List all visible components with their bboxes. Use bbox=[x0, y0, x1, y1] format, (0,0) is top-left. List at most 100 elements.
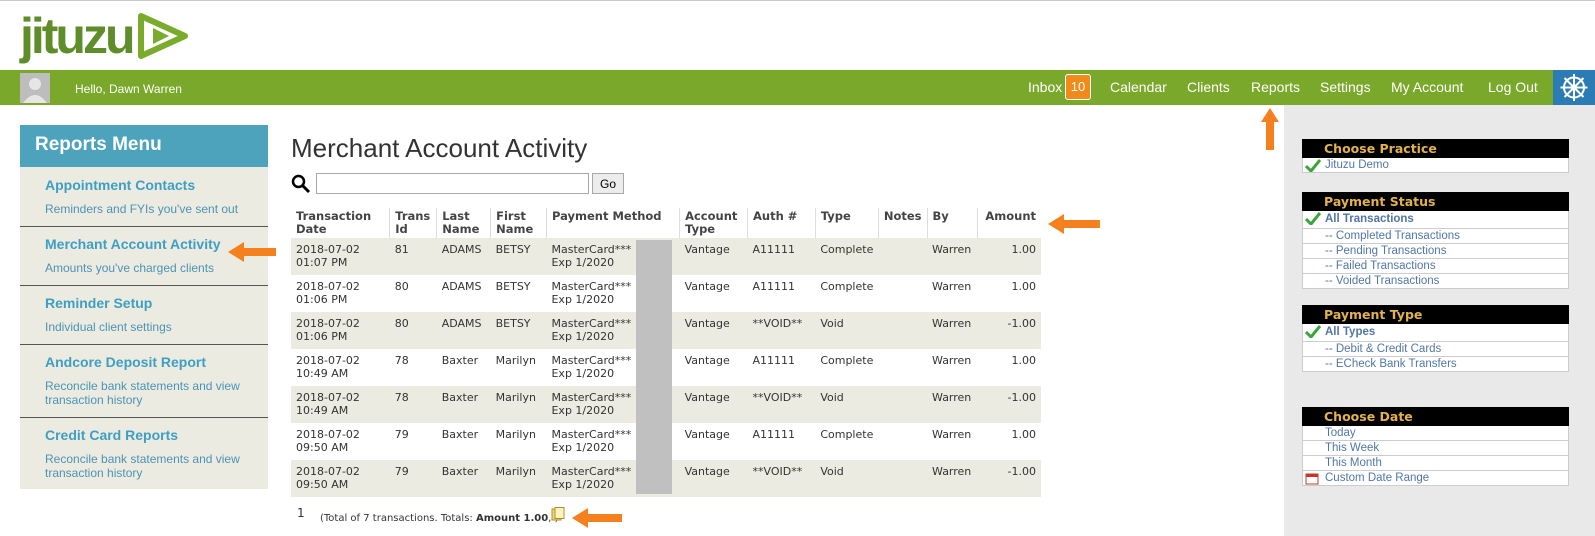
go-button[interactable]: Go bbox=[592, 173, 624, 194]
col-first-name[interactable]: First Name bbox=[490, 208, 547, 238]
status-completed[interactable]: -- Completed Transactions bbox=[1302, 229, 1569, 244]
cell-payment-method-text: MasterCard*** bbox=[551, 391, 632, 404]
cell-transaction-date: 2018-07-02 10:49 AM bbox=[291, 349, 390, 386]
col-last-name[interactable]: Last Name bbox=[436, 208, 491, 238]
menu-item-andcore-deposit-report[interactable]: Andcore Deposit Report Reconcile bank st… bbox=[20, 344, 268, 417]
col-transaction-date[interactable]: Transaction Date bbox=[291, 208, 390, 238]
col-amount[interactable]: Amount bbox=[976, 208, 1041, 238]
avatar[interactable] bbox=[20, 73, 50, 103]
nav-calendar[interactable]: Calendar bbox=[1110, 79, 1167, 95]
cell-amount: -1.00 bbox=[977, 386, 1041, 423]
col-account-type[interactable]: Account Type bbox=[679, 208, 748, 238]
cell-type-text: Void bbox=[820, 317, 844, 330]
cell-transaction-date-text: 2018-07-02 bbox=[296, 354, 360, 367]
type-echeck[interactable]: -- ECheck Bank Transfers bbox=[1302, 357, 1569, 372]
status-all-transactions[interactable]: All Transactions bbox=[1302, 211, 1569, 229]
status-label[interactable]: -- Failed Transactions bbox=[1325, 260, 1436, 272]
cell-trans-id: 79 bbox=[390, 423, 437, 460]
cell-payment-method-line2: Exp 1/2020 bbox=[551, 330, 615, 343]
inbox-count-badge[interactable]: 10 bbox=[1065, 74, 1091, 100]
checkmark-icon bbox=[1305, 212, 1321, 225]
export-file-icon[interactable] bbox=[551, 507, 565, 521]
cell-trans-id: 80 bbox=[389, 312, 437, 349]
top-navbar: Hello, Dawn Warren Inbox 10 Calendar Cli… bbox=[0, 70, 1595, 105]
nav-log-out[interactable]: Log Out bbox=[1488, 79, 1538, 95]
date-this-week[interactable]: This Week bbox=[1302, 441, 1569, 456]
status-label[interactable]: All Transactions bbox=[1325, 213, 1414, 225]
help-button[interactable] bbox=[1553, 70, 1595, 105]
col-by[interactable]: By bbox=[926, 208, 977, 238]
col-type[interactable]: Type bbox=[814, 208, 879, 238]
cell-last-name-text: Baxter bbox=[441, 391, 479, 404]
cell-type: Void bbox=[815, 312, 879, 349]
date-custom-range[interactable]: Custom Date Range bbox=[1302, 471, 1569, 486]
type-all[interactable]: All Types bbox=[1302, 324, 1569, 342]
pagination-page-1[interactable]: 1 bbox=[297, 506, 305, 520]
cell-auth: A11111 bbox=[748, 349, 816, 386]
type-label[interactable]: All Types bbox=[1325, 326, 1375, 338]
cell-by-text: Warren bbox=[932, 391, 972, 404]
date-label[interactable]: This Month bbox=[1325, 457, 1382, 469]
date-label[interactable]: This Week bbox=[1325, 442, 1379, 454]
cell-type-text: Void bbox=[820, 465, 844, 478]
cell-by-text: Warren bbox=[932, 243, 972, 256]
totals-prefix: (Total of 7 transactions. Totals: bbox=[320, 513, 476, 524]
practice-label[interactable]: Jituzu Demo bbox=[1325, 159, 1389, 171]
nav-inbox[interactable]: Inbox bbox=[1028, 79, 1062, 95]
menu-item-title[interactable]: Reminder Setup bbox=[45, 295, 152, 311]
cell-first-name: Marilyn bbox=[490, 386, 547, 423]
payment-status-box: Payment Status All Transactions -- Compl… bbox=[1302, 192, 1569, 289]
cell-notes bbox=[878, 460, 928, 497]
type-label[interactable]: -- Debit & Credit Cards bbox=[1325, 343, 1441, 355]
col-trans-id[interactable]: Trans Id bbox=[389, 208, 437, 238]
cell-payment-method-text: MasterCard*** bbox=[551, 428, 632, 441]
type-label[interactable]: -- ECheck Bank Transfers bbox=[1325, 358, 1457, 370]
cell-by: Warren bbox=[927, 238, 977, 275]
menu-item-reminder-setup[interactable]: Reminder Setup Individual client setting… bbox=[20, 285, 268, 344]
status-voided[interactable]: -- Voided Transactions bbox=[1302, 274, 1569, 289]
status-label[interactable]: -- Voided Transactions bbox=[1325, 275, 1439, 287]
menu-item-title[interactable]: Appointment Contacts bbox=[45, 177, 195, 193]
status-label[interactable]: -- Completed Transactions bbox=[1325, 230, 1460, 242]
cell-last-name-text: Baxter bbox=[441, 428, 479, 441]
menu-item-title[interactable]: Credit Card Reports bbox=[45, 427, 178, 443]
type-cards[interactable]: -- Debit & Credit Cards bbox=[1302, 342, 1569, 357]
status-pending[interactable]: -- Pending Transactions bbox=[1302, 244, 1569, 259]
menu-item-credit-card-reports[interactable]: Credit Card Reports Reconcile bank state… bbox=[20, 417, 268, 489]
cell-trans-id-text: 80 bbox=[394, 280, 409, 293]
status-label[interactable]: -- Pending Transactions bbox=[1325, 245, 1446, 257]
date-today[interactable]: Today bbox=[1302, 426, 1569, 441]
cell-first-name-text: Marilyn bbox=[495, 428, 536, 441]
cell-notes bbox=[878, 238, 928, 275]
status-failed[interactable]: -- Failed Transactions bbox=[1302, 259, 1569, 274]
date-label[interactable]: Custom Date Range bbox=[1325, 472, 1429, 484]
date-label[interactable]: Today bbox=[1325, 427, 1356, 439]
menu-item-title[interactable]: Merchant Account Activity bbox=[45, 236, 221, 252]
col-auth[interactable]: Auth # bbox=[747, 208, 816, 238]
payment-status-title: Payment Status bbox=[1302, 192, 1569, 211]
nav-settings[interactable]: Settings bbox=[1320, 79, 1371, 95]
helm-icon bbox=[1560, 74, 1588, 101]
cell-payment-method-line2: Exp 1/2020 bbox=[551, 367, 615, 380]
nav-my-account[interactable]: My Account bbox=[1391, 79, 1463, 95]
cell-first-name: Marilyn bbox=[491, 423, 547, 460]
date-this-month[interactable]: This Month bbox=[1302, 456, 1569, 471]
jituzu-logo[interactable]: jituzu bbox=[20, 6, 189, 66]
logo-text: jituzu bbox=[20, 8, 136, 64]
practice-jituzu-demo[interactable]: Jituzu Demo bbox=[1302, 158, 1569, 173]
nav-clients[interactable]: Clients bbox=[1187, 79, 1230, 95]
cell-transaction-date: 2018-07-02 01:06 PM bbox=[291, 312, 390, 349]
cell-auth: **VOID** bbox=[747, 386, 816, 423]
search-input[interactable] bbox=[316, 173, 589, 194]
cell-auth-text: **VOID** bbox=[752, 391, 803, 404]
cell-payment-method-text: MasterCard*** bbox=[551, 465, 632, 478]
annotation-arrow-left-icon bbox=[1048, 214, 1100, 234]
menu-item-title[interactable]: Andcore Deposit Report bbox=[45, 354, 206, 370]
cell-payment-method-text: MasterCard*** bbox=[551, 243, 632, 256]
cell-last-name: ADAMS bbox=[436, 312, 491, 349]
menu-item-appointment-contacts[interactable]: Appointment Contacts Reminders and FYIs … bbox=[20, 167, 268, 226]
col-notes[interactable]: Notes bbox=[877, 208, 928, 238]
menu-item-desc: Amounts you've charged clients bbox=[45, 261, 215, 275]
nav-reports[interactable]: Reports bbox=[1251, 79, 1300, 95]
col-payment-method[interactable]: Payment Method bbox=[545, 208, 680, 238]
